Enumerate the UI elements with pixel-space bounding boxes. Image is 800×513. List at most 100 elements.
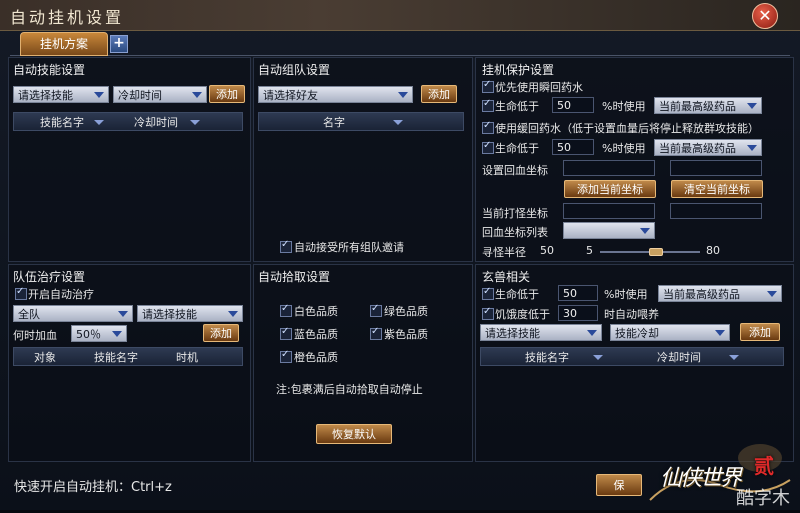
col-cooldown[interactable]: 冷却时间: [134, 113, 178, 132]
auto-heal-checkbox[interactable]: [15, 286, 27, 300]
drug-select2-value: 当前最高级药品: [659, 142, 736, 155]
pet-skill-select[interactable]: 请选择技能: [480, 324, 602, 341]
chevron-down-icon: [747, 145, 757, 151]
hunger-checkbox[interactable]: [482, 306, 494, 320]
purple-checkbox[interactable]: [370, 326, 382, 340]
drug-select1-value: 当前最高级药品: [659, 100, 736, 113]
col-timing[interactable]: 时机: [176, 348, 198, 367]
skills-panel: 自动技能设置 请选择技能 冷却时间 添加 技能名字 冷却时间: [8, 57, 251, 262]
sort-icon: [593, 355, 603, 360]
hp-low2-checkbox[interactable]: [482, 140, 494, 154]
slow-drug-text: 使用缓回药水: [495, 122, 561, 135]
col-heal-skill[interactable]: 技能名字: [94, 348, 138, 367]
current-coord-input[interactable]: [563, 203, 655, 219]
return-coord-input2[interactable]: [670, 160, 762, 176]
pet-drug-select[interactable]: 当前最高级药品: [658, 285, 782, 302]
return-coord-input[interactable]: [563, 160, 655, 176]
friend-select[interactable]: 请选择好友: [258, 86, 413, 103]
white-checkbox[interactable]: [280, 303, 292, 317]
pickup-panel: 自动拾取设置 白色品质 绿色品质 蓝色品质 紫色品质 橙色品质 注:包裹满后自动…: [253, 264, 473, 462]
pet-hp-input[interactable]: 50: [558, 285, 598, 301]
skill-select-value: 请选择技能: [18, 89, 73, 102]
prefer-instant-label: 优先使用瞬回药水: [495, 81, 583, 94]
slow-drug-checkbox[interactable]: [482, 120, 494, 134]
sort-icon: [393, 120, 403, 125]
return-list-select[interactable]: [563, 222, 655, 239]
title-bar: 自动挂机设置 ✕: [0, 0, 800, 31]
pet-cd-select[interactable]: 技能冷却: [610, 324, 730, 341]
set-return-label: 设置回血坐标: [482, 164, 548, 177]
logo-text: 仙侠世界: [660, 466, 742, 491]
col-pet-skill[interactable]: 技能名字: [525, 348, 569, 367]
pet-drug-value: 当前最高级药品: [663, 288, 740, 301]
auto-heal-label: 开启自动治疗: [28, 288, 94, 301]
pet-skill-value: 请选择技能: [485, 327, 540, 340]
prefer-instant-checkbox[interactable]: [482, 79, 494, 93]
heal-panel: 队伍治疗设置 开启自动治疗 全队 请选择技能 何时加血 50％ 添加 对象 技能…: [8, 264, 251, 462]
col-name[interactable]: 名字: [323, 113, 345, 132]
chevron-down-icon: [192, 92, 202, 98]
radius-min: 5: [586, 244, 593, 257]
protect-panel: 挂机保护设置 优先使用瞬回药水 生命低于 50 %时使用 当前最高级药品 使用缓…: [475, 57, 794, 262]
green-checkbox[interactable]: [370, 303, 382, 317]
skill-select[interactable]: 请选择技能: [13, 86, 109, 103]
drug-select1[interactable]: 当前最高级药品: [654, 97, 762, 114]
add-plan-button[interactable]: +: [110, 35, 128, 53]
team-title: 自动组队设置: [258, 63, 331, 77]
chevron-down-icon: [94, 92, 104, 98]
col-target[interactable]: 对象: [34, 348, 56, 367]
heal-pct-value: 50％: [76, 328, 101, 341]
accept-invites-checkbox[interactable]: [280, 239, 292, 253]
heal-table-header: 对象 技能名字 时机: [13, 347, 243, 366]
add-friend-button[interactable]: 添加: [421, 85, 457, 103]
return-list-label: 回血坐标列表: [482, 226, 548, 239]
add-heal-button[interactable]: 添加: [203, 324, 239, 342]
pickup-title: 自动拾取设置: [258, 270, 331, 284]
green-label: 绿色品质: [384, 305, 428, 318]
save-button[interactable]: 保: [596, 474, 642, 496]
window-title: 自动挂机设置: [10, 8, 125, 27]
blue-label: 蓝色品质: [294, 328, 338, 341]
chevron-down-icon: [640, 228, 650, 234]
pet-hp-label: 生命低于: [495, 288, 539, 301]
chevron-down-icon: [715, 330, 725, 336]
hp-threshold2-input[interactable]: 50: [552, 139, 594, 155]
close-button[interactable]: ✕: [752, 3, 778, 29]
pet-panel: 玄兽相关 生命低于 50 %时使用 当前最高级药品 饥饿度低于 30 时自动喂养…: [475, 264, 794, 462]
hp-threshold1-input[interactable]: 50: [552, 97, 594, 113]
hunger-input[interactable]: 30: [558, 305, 598, 321]
heal-target-select[interactable]: 全队: [13, 305, 133, 322]
col-pet-cd[interactable]: 冷却时间: [657, 348, 701, 367]
purple-label: 紫色品质: [384, 328, 428, 341]
orange-label: 橙色品质: [294, 351, 338, 364]
heal-pct-select[interactable]: 50％: [71, 325, 127, 342]
clear-coord-button[interactable]: 清空当前坐标: [671, 180, 763, 198]
cooldown-select[interactable]: 冷却时间: [113, 86, 207, 103]
current-coord-input2[interactable]: [670, 203, 762, 219]
pct-use1-label: %时使用: [602, 100, 646, 113]
sort-icon: [94, 120, 104, 125]
orange-checkbox[interactable]: [280, 349, 292, 363]
radius-slider-knob[interactable]: [649, 248, 663, 256]
pet-hp-checkbox[interactable]: [482, 286, 494, 300]
hunger-label: 饥饿度低于: [495, 308, 550, 321]
hp-low1-checkbox[interactable]: [482, 98, 494, 112]
tab-plan[interactable]: 挂机方案: [20, 32, 108, 56]
blue-checkbox[interactable]: [280, 326, 292, 340]
col-skill-name[interactable]: 技能名字: [40, 113, 84, 132]
pet-cd-value: 技能冷却: [615, 327, 659, 340]
add-coord-button[interactable]: 添加当前坐标: [564, 180, 656, 198]
friend-select-value: 请选择好友: [263, 89, 318, 102]
skills-title: 自动技能设置: [13, 63, 86, 77]
pet-title: 玄兽相关: [482, 270, 531, 284]
radius-label: 寻怪半径: [482, 246, 526, 259]
heal-target-value: 全队: [18, 308, 40, 321]
drug-select2[interactable]: 当前最高级药品: [654, 139, 762, 156]
heal-skill-select[interactable]: 请选择技能: [137, 305, 243, 322]
hp-low2-label: 生命低于: [495, 142, 539, 155]
add-pet-skill-button[interactable]: 添加: [740, 323, 780, 341]
hotkey-hint: 快速开启自动挂机：Ctrl+z: [14, 480, 172, 495]
restore-default-button[interactable]: 恢复默认: [316, 424, 392, 444]
add-skill-button[interactable]: 添加: [209, 85, 245, 103]
pct-use2-label: %时使用: [602, 142, 646, 155]
